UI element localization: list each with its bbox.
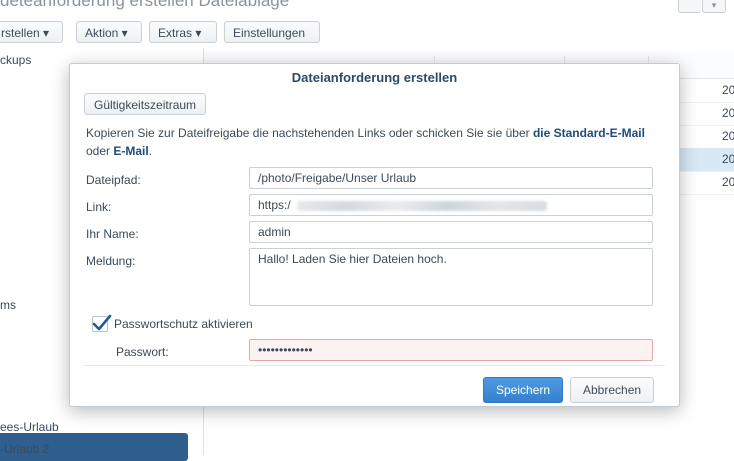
window-title-fragment: deteanforderung erstellen Dateiablage: [0, 0, 290, 10]
sidebar-item-backups[interactable]: ckups: [0, 53, 31, 67]
name-field[interactable]: admin: [249, 221, 653, 243]
description-text-3: .: [148, 144, 153, 158]
redacted-link: [296, 200, 547, 211]
row-date: 20: [722, 83, 734, 97]
cancel-button[interactable]: Abbrechen: [570, 377, 655, 403]
create-dropdown-button[interactable]: rstellen ▾: [0, 21, 63, 43]
email-link[interactable]: E-Mail: [113, 144, 148, 158]
link-label: Link:: [86, 200, 112, 214]
file-request-dialog: Dateianforderung erstellen Gültigkeitsze…: [69, 63, 680, 407]
password-protection-label[interactable]: Passwortschutz aktivieren: [114, 317, 253, 331]
description-text-2: oder: [86, 144, 114, 158]
row-date: 20: [722, 152, 734, 166]
sidebar-item-urlaub-2[interactable]: -Urlaub 2: [0, 442, 49, 456]
dialog-description: Kopieren Sie zur Dateifreigabe die nachs…: [86, 124, 666, 160]
password-protection-checkbox[interactable]: [92, 314, 112, 332]
password-label: Passwort:: [116, 345, 169, 359]
name-label: Ihr Name:: [86, 227, 139, 241]
message-field[interactable]: Hallo! Laden Sie hier Dateien hoch.: [249, 248, 653, 306]
row-date: 20: [722, 129, 734, 143]
toolbar: rstellen ▾ Aktion ▾ Extras ▾ Einstellung…: [0, 21, 734, 47]
link-field[interactable]: https:/: [249, 194, 653, 216]
path-field[interactable]: /photo/Freigabe/Unser Urlaub: [249, 167, 653, 189]
save-button[interactable]: Speichern: [483, 377, 564, 403]
dialog-title: Dateianforderung erstellen: [291, 70, 458, 85]
validity-period-button[interactable]: Gültigkeitszeitraum: [84, 93, 207, 115]
link-value: https:/: [258, 198, 291, 212]
more-icon[interactable]: [678, 0, 701, 13]
sidebar-item-ees-urlaub[interactable]: ees-Urlaub: [0, 420, 59, 434]
row-date: 20: [722, 175, 734, 189]
path-label: Dateipfad:: [86, 173, 141, 187]
action-dropdown-button[interactable]: Aktion ▾: [76, 21, 142, 43]
dialog-divider: [84, 365, 665, 366]
sidebar-item-ms[interactable]: ms: [0, 298, 16, 312]
description-text: Kopieren Sie zur Dateifreigabe die nachs…: [86, 126, 533, 140]
extras-dropdown-button[interactable]: Extras ▾: [149, 21, 217, 43]
checkmark-icon: [92, 314, 112, 331]
settings-button[interactable]: Einstellungen: [224, 21, 320, 43]
message-label: Meldung:: [86, 254, 136, 268]
password-field[interactable]: •••••••••••••: [249, 339, 653, 361]
standard-email-link[interactable]: die Standard-E-Mail: [533, 126, 645, 140]
row-date: 20: [722, 106, 734, 120]
chevron-down-icon[interactable]: ▾: [702, 0, 726, 13]
